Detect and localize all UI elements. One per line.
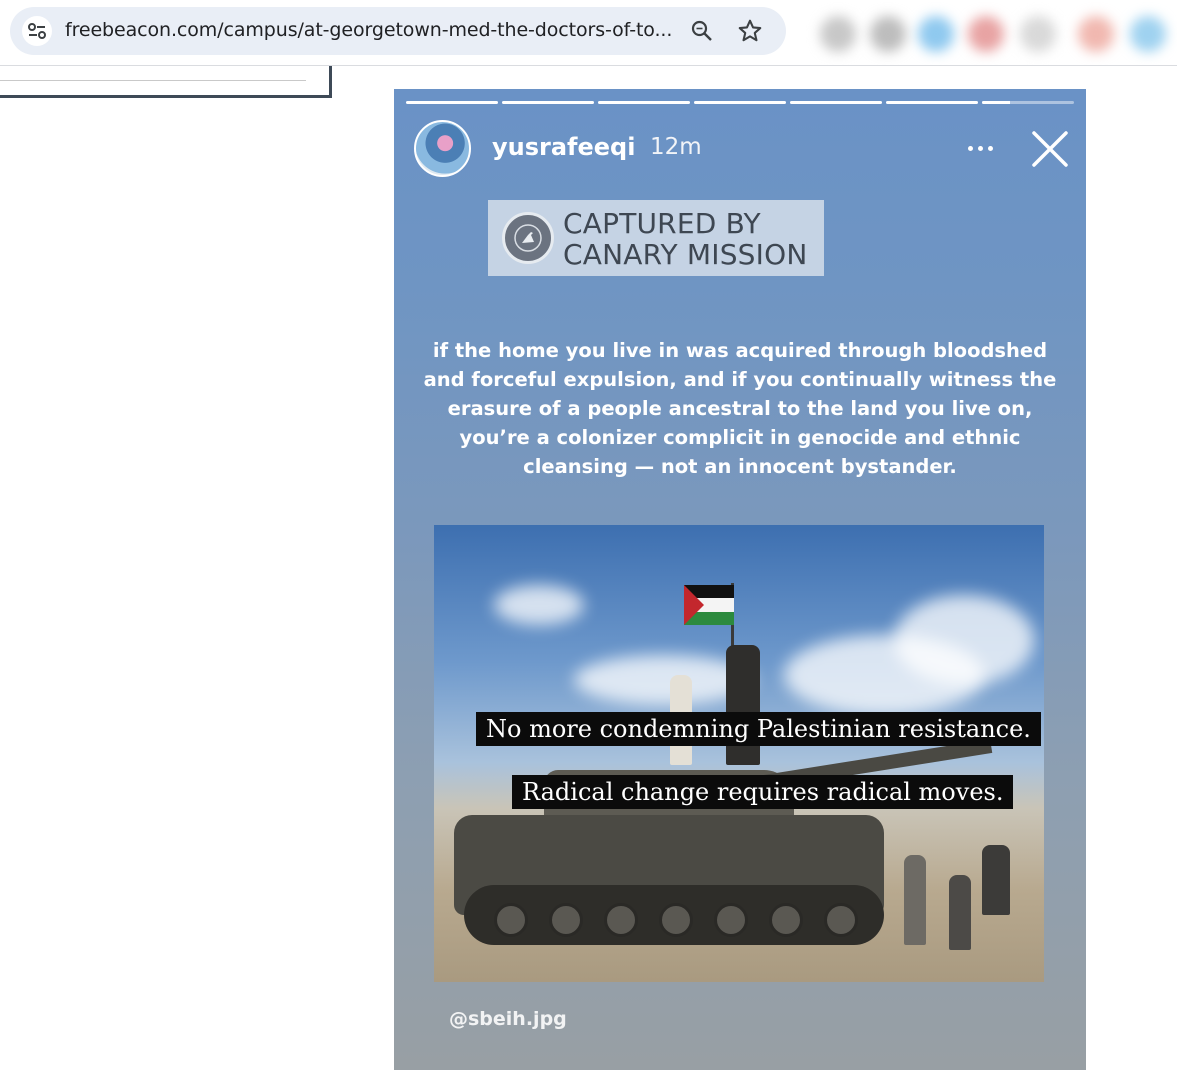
story-photo: No more condemning Palestinian resistanc…: [434, 525, 1044, 982]
star-icon[interactable]: [736, 17, 764, 45]
more-options-icon[interactable]: [960, 133, 1000, 163]
progress-segment-fill: [982, 101, 1010, 104]
address-bar[interactable]: freebeacon.com/campus/at-georgetown-med-…: [10, 7, 786, 55]
photo-credit[interactable]: @sbeih.jpg: [449, 1008, 567, 1030]
extension-icon[interactable]: [820, 16, 856, 52]
avatar[interactable]: [414, 120, 471, 177]
progress-segment-fill: [886, 101, 978, 104]
bird-logo-icon: [502, 212, 554, 264]
progress-segment-fill: [406, 101, 498, 104]
progress-segment: [502, 101, 594, 104]
progress-segment: [982, 101, 1074, 104]
divider: [0, 80, 306, 81]
watermark-line-2: CANARY MISSION: [563, 238, 808, 271]
search-icon[interactable]: [688, 17, 716, 45]
progress-segment: [886, 101, 978, 104]
progress-segment-fill: [694, 101, 786, 104]
extension-icon[interactable]: [870, 16, 906, 52]
story-progress-bar: [406, 101, 1074, 105]
browser-toolbar: freebeacon.com/campus/at-georgetown-med-…: [0, 0, 1177, 66]
page-fragment: [0, 66, 332, 98]
story-quote-text: if the home you live in was acquired thr…: [423, 339, 1057, 478]
progress-segment-fill: [598, 101, 690, 104]
progress-segment: [790, 101, 882, 104]
progress-segment: [694, 101, 786, 104]
canary-mission-watermark: CAPTURED BY CANARY MISSION: [488, 200, 824, 276]
progress-segment-fill: [502, 101, 594, 104]
instagram-story: yusrafeeqi 12m CAPTURED BY CANARY MISSIO…: [394, 89, 1086, 1070]
extensions-area: [800, 4, 1177, 60]
photo-caption-2: Radical change requires radical moves.: [512, 775, 1014, 809]
photo-caption-1: No more condemning Palestinian resistanc…: [476, 712, 1041, 746]
extension-icon[interactable]: [1130, 16, 1166, 52]
watermark-line-1: CAPTURED BY: [563, 207, 761, 240]
story-username[interactable]: yusrafeeqi: [492, 133, 635, 161]
extension-icon[interactable]: [1078, 16, 1114, 52]
extension-icon[interactable]: [968, 16, 1004, 52]
site-info-icon[interactable]: [22, 16, 52, 46]
progress-segment-fill: [790, 101, 882, 104]
progress-segment: [406, 101, 498, 104]
extension-icon[interactable]: [1020, 16, 1056, 52]
watermark-text: CAPTURED BY CANARY MISSION: [563, 208, 807, 270]
close-icon[interactable]: [1030, 129, 1070, 169]
extension-icon[interactable]: [918, 16, 954, 52]
flag-icon: [684, 585, 734, 625]
story-timestamp: 12m: [650, 134, 702, 160]
url-text[interactable]: freebeacon.com/campus/at-georgetown-med-…: [65, 19, 672, 41]
progress-segment: [598, 101, 690, 104]
